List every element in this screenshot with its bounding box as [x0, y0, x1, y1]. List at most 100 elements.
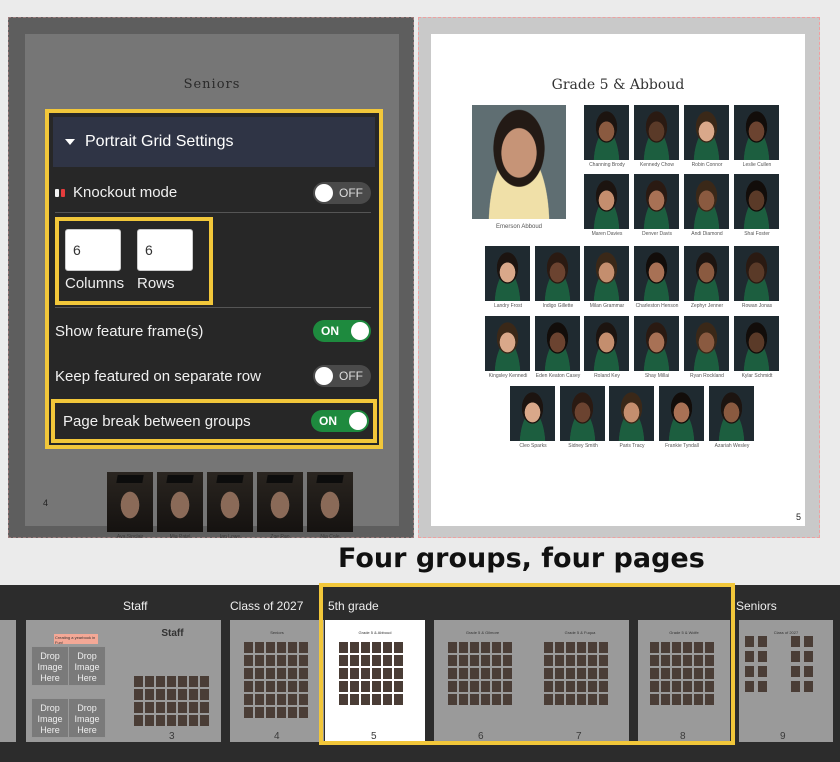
student-name: Denver Davis — [641, 231, 672, 237]
settings-header[interactable]: Portrait Grid Settings — [53, 117, 375, 167]
drop-image-placeholder[interactable]: Drop Image Here — [68, 646, 106, 686]
page-thumbnail-9[interactable]: Class of 2027 — [739, 620, 833, 742]
student-portrait[interactable] — [634, 174, 679, 229]
student-portrait[interactable] — [634, 105, 679, 160]
feature-frame-toggle[interactable]: ON — [313, 320, 371, 342]
student-portrait[interactable] — [634, 316, 679, 371]
portrait-grid-settings-panel: Portrait Grid Settings Knockout mode OFF… — [45, 109, 383, 449]
student-name: Milan Grammar — [589, 303, 625, 309]
featured-name: Emerson Abboud — [495, 224, 543, 230]
student-portrait[interactable] — [734, 174, 779, 229]
student-name: Sidney Smith — [568, 443, 598, 449]
student-portrait[interactable] — [684, 174, 729, 229]
portrait-name: Zoe Rao — [270, 534, 290, 540]
drop-image-placeholder[interactable]: Drop Image Here — [68, 698, 106, 738]
student-name: Andi Diamond — [691, 231, 723, 237]
thumb-title: Staff — [161, 628, 184, 639]
portrait-name: Ian Lowe — [219, 534, 241, 540]
student-portrait[interactable] — [734, 105, 779, 160]
group-label-staff[interactable]: Staff — [123, 599, 147, 613]
columns-input[interactable]: 6 — [65, 229, 121, 271]
yearbook-editor: Seniors Ava Sinclair Mia Patel Ian Lowe … — [0, 0, 840, 762]
settings-title: Portrait Grid Settings — [85, 133, 234, 150]
thumb-page-number: 3 — [169, 731, 175, 742]
right-page-spread[interactable]: Grade 5 & Abboud Emerson Abboud Channing… — [418, 17, 820, 538]
student-portrait[interactable] — [634, 246, 679, 301]
collapse-triangle-icon[interactable] — [65, 139, 75, 145]
page-thumbnail-4[interactable]: Seniors — [230, 620, 324, 742]
page-break-toggle[interactable]: ON — [311, 410, 369, 432]
student-name: Azariah Wesley — [714, 443, 750, 449]
student-name: Indigo Gillette — [542, 303, 574, 309]
student-portrait[interactable] — [734, 316, 779, 371]
thumb-portrait-grid — [134, 676, 209, 726]
rows-input[interactable]: 6 — [137, 229, 193, 271]
student-portrait[interactable] — [584, 246, 629, 301]
thumb-portrait-grid — [791, 636, 813, 692]
graduate-portrait[interactable]: Mia Patel — [157, 472, 203, 540]
portrait-name: Nia Cole — [320, 534, 340, 540]
student-name: Kingsley Kennedi — [488, 373, 528, 379]
thumb-title: Seniors — [270, 630, 284, 635]
portrait-name: Mia Patel — [169, 534, 191, 540]
drop-image-placeholder[interactable]: Drop Image Here — [31, 646, 69, 686]
student-portrait[interactable] — [535, 316, 580, 371]
featured-portrait[interactable] — [472, 105, 566, 219]
page-title: Seniors — [183, 77, 241, 92]
student-portrait[interactable] — [684, 105, 729, 160]
page-filmstrip: Staff Class of 2027 5th grade Seniors Cr… — [0, 583, 840, 762]
student-name: Channing Brody — [589, 162, 625, 168]
thumb-portrait-grid — [745, 636, 767, 692]
page-thumbnail-spread-2-3[interactable]: Creating a yearbook in Fun! Drop Image H… — [26, 620, 221, 742]
student-name: Ryan Rockland — [690, 373, 724, 379]
student-name: Kylar Schmidt — [741, 373, 773, 379]
thumb-title: Class of 2027 — [773, 630, 799, 635]
student-portrait[interactable] — [485, 316, 530, 371]
toggle-knob — [315, 367, 333, 385]
student-portrait[interactable] — [609, 386, 654, 441]
student-portrait[interactable] — [584, 316, 629, 371]
drop-image-placeholder[interactable]: Drop Image Here — [31, 698, 69, 738]
group-label-seniors[interactable]: Seniors — [736, 599, 777, 613]
student-portrait[interactable] — [734, 246, 779, 301]
student-portrait[interactable] — [485, 246, 530, 301]
student-portrait[interactable] — [535, 246, 580, 301]
toggle-knob — [315, 183, 333, 202]
student-name: Cleo Sparks — [519, 443, 547, 449]
student-portrait[interactable] — [684, 316, 729, 371]
graduate-portrait[interactable]: Ian Lowe — [207, 472, 253, 540]
feature-frame-label: Show feature frame(s) — [55, 322, 204, 340]
student-name: Shay Millai — [644, 373, 670, 379]
thumb-page-number: 4 — [274, 731, 280, 742]
student-portrait[interactable] — [510, 386, 555, 441]
group-label-class-2027[interactable]: Class of 2027 — [230, 599, 303, 613]
knockout-row: Knockout mode OFF — [55, 173, 371, 213]
student-name: Landry Frost — [493, 303, 523, 309]
sticky-note: Creating a yearbook in Fun! — [54, 634, 98, 645]
feature-frame-row: Show feature frame(s) ON — [55, 313, 371, 349]
student-portrait[interactable] — [684, 246, 729, 301]
group-selection-highlight — [319, 583, 735, 745]
toggle-state: ON — [321, 324, 339, 338]
student-portrait[interactable] — [709, 386, 754, 441]
rows-label: Rows — [137, 275, 175, 292]
toggle-state: ON — [319, 414, 337, 428]
student-name: Kennedy Chow — [640, 162, 674, 168]
student-name: Rowan Jonas — [741, 303, 773, 309]
student-portrait[interactable] — [584, 105, 629, 160]
student-name: Shai Foster — [744, 231, 770, 237]
graduate-portrait[interactable]: Ava Sinclair — [107, 472, 153, 540]
thumb-page-number: 9 — [780, 731, 786, 742]
student-portrait[interactable] — [560, 386, 605, 441]
page-break-row: Page break between groups ON — [51, 399, 377, 443]
graduate-portrait[interactable]: Zoe Rao — [257, 472, 303, 540]
knockout-toggle[interactable]: OFF — [313, 181, 371, 204]
student-portrait[interactable] — [659, 386, 704, 441]
page-5[interactable]: Grade 5 & Abboud Emerson Abboud Channing… — [431, 34, 805, 526]
student-portrait[interactable] — [584, 174, 629, 229]
left-page-spread[interactable]: Seniors Ava Sinclair Mia Patel Ian Lowe … — [8, 17, 414, 540]
graduate-portrait[interactable]: Nia Cole — [307, 472, 353, 540]
student-name: Maren Davies — [591, 231, 623, 237]
page-thumbnail[interactable] — [0, 620, 16, 742]
keep-featured-toggle[interactable]: OFF — [313, 365, 371, 387]
